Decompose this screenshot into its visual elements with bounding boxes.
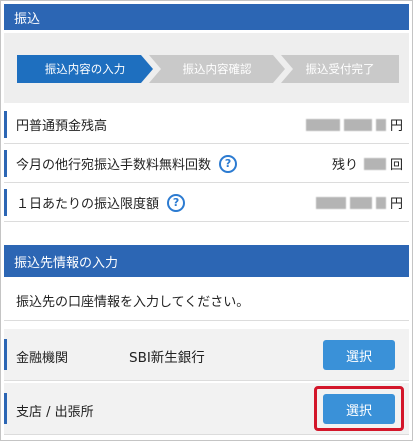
bank-value: SBI新生銀行 [129, 350, 205, 366]
masked-amount [375, 196, 386, 209]
balance-label: 円普通預金残高 [16, 119, 108, 134]
payee-info-title: 振込先情報の入力 [14, 255, 119, 271]
masked-amount [305, 118, 340, 131]
masked-amount [349, 196, 372, 209]
daily-limit-label: １日あたりの振込限度額 [16, 197, 160, 212]
row-accent-bar [4, 189, 7, 216]
balance-row: 円普通預金残高 円 [4, 106, 409, 144]
step-confirm: 振込内容確認 [149, 55, 285, 83]
step-input-active: 振込内容の入力 [17, 55, 153, 83]
payee-info-header: 振込先情報の入力 [4, 245, 409, 277]
question-circle-icon[interactable]: ? [167, 193, 186, 212]
balance-unit: 円 [389, 119, 403, 134]
row-accent-bar [4, 111, 7, 138]
daily-limit-value: 円 [315, 193, 403, 212]
transfer-header-title: 振込 [14, 11, 41, 27]
row-accent-bar [4, 150, 7, 177]
branch-field: 支店 / 出張所 選択 [4, 383, 409, 435]
masked-amount [315, 196, 346, 209]
question-circle-icon[interactable]: ? [219, 154, 238, 173]
transfer-panel: 振込 振込内容の入力 振込内容確認 振込受付完了 円普通預金残高 円 今月の他行… [0, 0, 413, 441]
transfer-header: 振込 [4, 4, 409, 30]
bank-field: 金融機関 SBI新生銀行 選択 [4, 329, 409, 381]
bank-select-button[interactable]: 選択 [323, 340, 395, 370]
free-fee-count-row: 今月の他行宛振込手数料無料回数 ? 残り 回 [4, 145, 409, 183]
field-accent-bar [4, 339, 7, 370]
branch-label: 支店 / 出張所 [16, 405, 94, 420]
balance-value: 円 [305, 115, 403, 134]
payee-intro-text: 振込先の口座情報を入力してください。 [4, 281, 409, 321]
bank-label: 金融機関 [16, 351, 69, 366]
progress-steps-band: 振込内容の入力 振込内容確認 振込受付完了 [4, 33, 409, 103]
field-accent-bar [4, 393, 7, 424]
masked-amount [343, 118, 372, 131]
free-fee-count-value: 残り 回 [332, 154, 403, 173]
count-unit: 回 [389, 158, 403, 173]
daily-limit-unit: 円 [389, 197, 403, 212]
free-fee-count-label: 今月の他行宛振込手数料無料回数 [16, 158, 212, 173]
daily-limit-row: １日あたりの振込限度額 ? 円 [4, 184, 409, 222]
progress-steps: 振込内容の入力 振込内容確認 振込受付完了 [17, 55, 399, 83]
masked-amount [375, 118, 386, 131]
masked-count [363, 157, 386, 170]
remaining-prefix: 残り [331, 158, 358, 173]
step-complete: 振込受付完了 [281, 55, 399, 83]
branch-select-button[interactable]: 選択 [323, 394, 395, 424]
